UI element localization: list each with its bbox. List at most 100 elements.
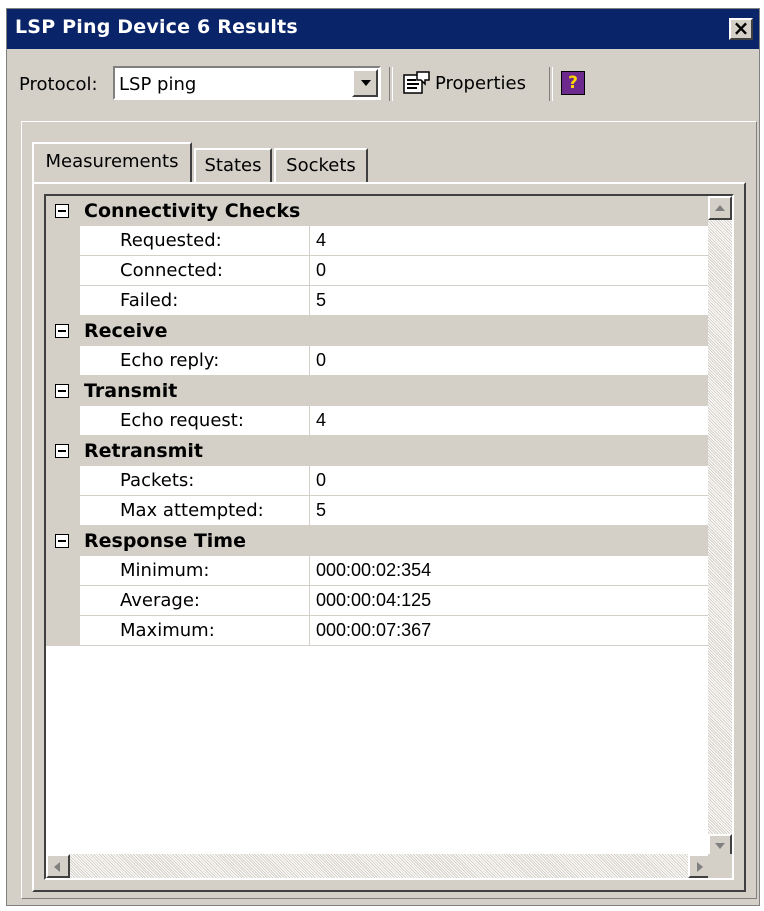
property-name-cell: Maximum: [80,616,310,646]
properties-button[interactable]: Properties [397,66,537,100]
property-row[interactable]: Maximum: 000:00:07:367 [46,616,712,646]
property-name: Requested: [120,230,222,251]
category-row[interactable]: Connectivity Checks [46,196,712,226]
property-value: 5 [316,290,327,310]
category-row[interactable]: Response Time [46,526,712,556]
property-name: Average: [120,590,200,611]
property-row[interactable]: Max attempted: 5 [46,496,712,526]
property-value: 000:00:02:354 [316,560,432,580]
row-gutter [46,556,80,586]
property-value: 0 [316,260,327,280]
property-value: 000:00:04:125 [316,590,432,610]
property-name: Echo request: [120,410,244,431]
property-name: Connected: [120,260,223,281]
property-value-cell[interactable]: 0 [310,256,712,286]
properties-label: Properties [435,73,526,94]
row-gutter [46,586,80,616]
protocol-dropdown-button[interactable] [352,69,378,97]
row-gutter [46,616,80,646]
close-button[interactable]: × [729,18,753,40]
help-button[interactable]: ? [561,71,585,95]
row-gutter [46,226,80,256]
property-value-cell[interactable]: 5 [310,286,712,316]
toolbar: Protocol: LSP ping Properties ? [7,63,759,107]
collapse-minus-icon[interactable] [55,324,69,338]
scroll-up-button[interactable] [708,196,732,220]
category-row[interactable]: Receive [46,316,712,346]
property-name: Maximum: [120,620,215,641]
property-name-cell: Failed: [80,286,310,316]
measurements-tab-page: Connectivity Checks Requested: 4 Connected:… [32,182,746,892]
arrow-down-icon [715,843,725,849]
property-row[interactable]: Requested: 4 [46,226,712,256]
close-icon: × [732,16,750,40]
category-label: Response Time [84,530,246,552]
category-row[interactable]: Transmit [46,376,712,406]
property-name: Echo reply: [120,350,220,371]
property-value: 000:00:07:367 [316,620,432,640]
row-gutter [46,496,80,526]
property-name-cell: Average: [80,586,310,616]
category-row[interactable]: Retransmit [46,436,712,466]
property-value-cell[interactable]: 000:00:04:125 [310,586,712,616]
collapse-minus-icon[interactable] [55,204,69,218]
property-value-cell[interactable]: 4 [310,226,712,256]
chevron-down-icon [361,80,371,86]
property-row[interactable]: Minimum: 000:00:02:354 [46,556,712,586]
property-value: 5 [316,500,327,520]
property-name-cell: Minimum: [80,556,310,586]
property-value: 0 [316,350,327,370]
scroll-left-button[interactable] [46,854,70,878]
protocol-select[interactable]: LSP ping [113,66,381,100]
arrow-up-icon [715,205,725,211]
property-name-cell: Echo request: [80,406,310,436]
property-value-cell[interactable]: 000:00:07:367 [310,616,712,646]
property-value: 4 [316,230,327,250]
results-window: LSP Ping Device 6 Results × Protocol: LS… [6,8,760,906]
property-name-cell: Max attempted: [80,496,310,526]
scrollbar-corner [708,854,732,878]
horizontal-scrollbar[interactable] [46,854,712,878]
property-value-cell[interactable]: 0 [310,346,712,376]
property-row[interactable]: Connected: 0 [46,256,712,286]
property-value: 0 [316,470,327,490]
collapse-minus-icon[interactable] [55,534,69,548]
property-value: 4 [316,410,327,430]
property-value-cell[interactable]: 5 [310,496,712,526]
category-label: Connectivity Checks [84,200,301,222]
vertical-scrollbar[interactable] [708,196,732,858]
property-name: Packets: [120,470,195,491]
tab-measurements[interactable]: Measurements [32,142,192,182]
property-value-cell[interactable]: 0 [310,466,712,496]
tab-states[interactable]: States [194,148,272,182]
row-gutter [46,256,80,286]
category-label: Receive [84,320,168,342]
collapse-minus-icon[interactable] [55,444,69,458]
collapse-minus-icon[interactable] [55,384,69,398]
toolbar-separator [389,67,393,101]
window-title: LSP Ping Device 6 Results [15,16,298,38]
property-row[interactable]: Echo reply: 0 [46,346,712,376]
property-value-cell[interactable]: 4 [310,406,712,436]
property-row[interactable]: Echo request: 4 [46,406,712,436]
toolbar-separator [549,67,553,101]
protocol-label: Protocol: [19,74,98,95]
property-row[interactable]: Average: 000:00:04:125 [46,586,712,616]
property-name-cell: Requested: [80,226,310,256]
property-row[interactable]: Failed: 5 [46,286,712,316]
help-book-icon: ? [568,73,578,93]
row-gutter [46,466,80,496]
property-name-cell: Echo reply: [80,346,310,376]
property-row[interactable]: Packets: 0 [46,466,712,496]
tab-sockets[interactable]: Sockets [274,148,368,182]
tab-label: States [204,155,262,176]
row-gutter [46,286,80,316]
results-panel: Measurements States Sockets Connectivity… [21,121,757,899]
title-bar[interactable]: LSP Ping Device 6 Results × [7,9,759,49]
property-grid-body: Connectivity Checks Requested: 4 Connected:… [46,196,712,858]
property-name-cell: Connected: [80,256,310,286]
tab-label: Sockets [286,155,356,176]
property-value-cell[interactable]: 000:00:02:354 [310,556,712,586]
properties-sheet-icon [403,71,430,94]
arrow-right-icon [697,862,703,872]
